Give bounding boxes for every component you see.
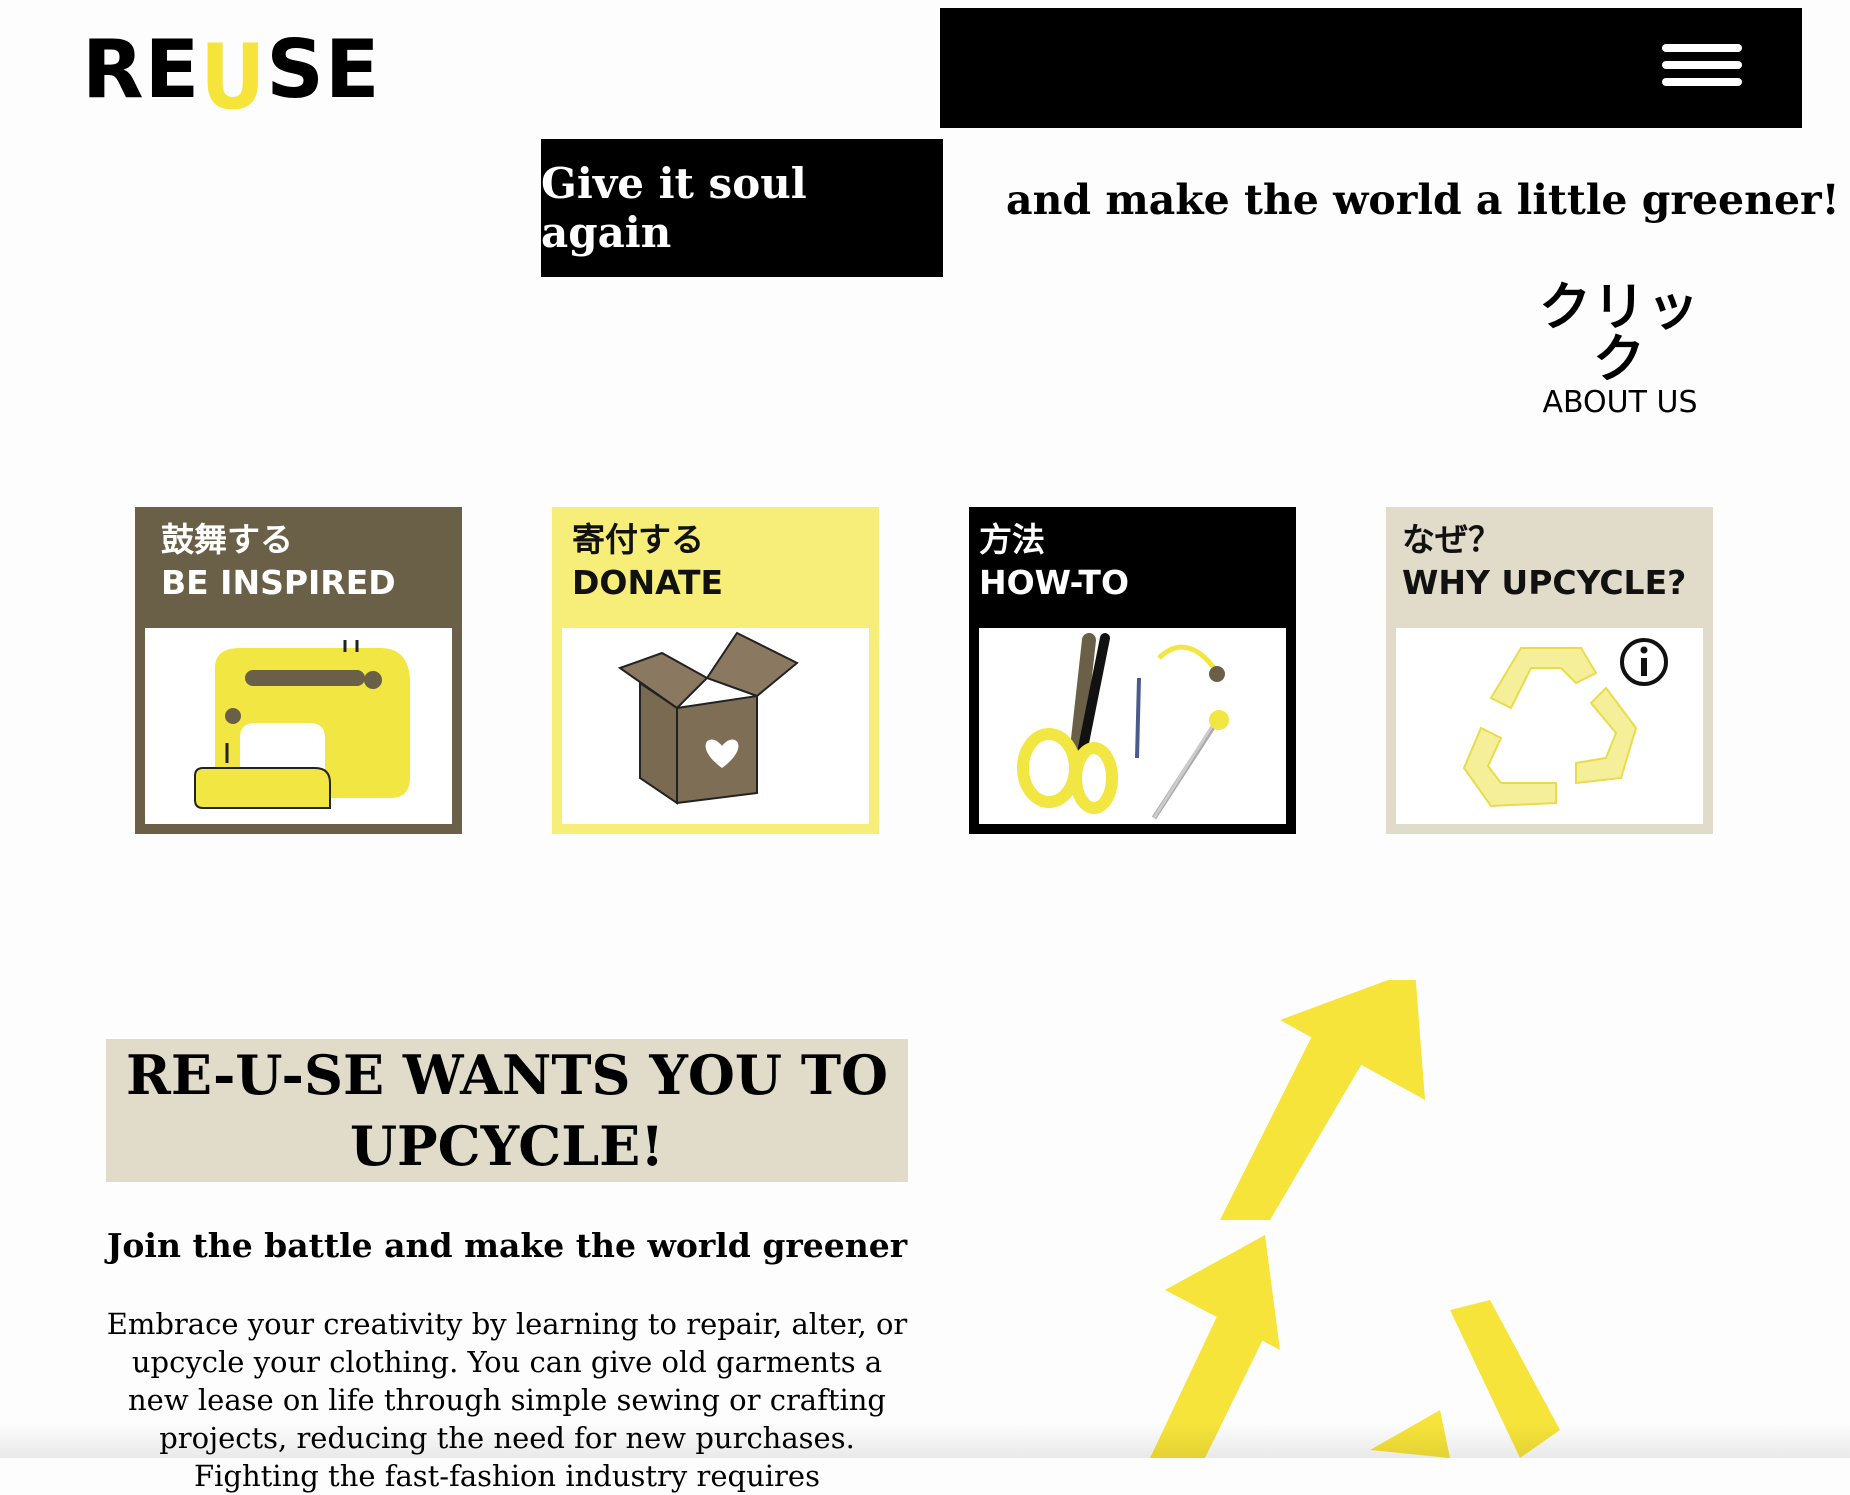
tagline-highlight: Give it soul again — [541, 139, 943, 277]
section-subheading: Join the battle and make the world green… — [106, 1226, 908, 1265]
card-jp-label: 方法 — [979, 520, 1045, 559]
hamburger-icon[interactable] — [1662, 44, 1742, 86]
card-jp-label: 鼓舞する — [161, 520, 293, 559]
scissors-icon — [979, 628, 1286, 824]
card-en-label: DONATE — [572, 562, 724, 602]
card-donate[interactable]: 寄付する DONATE — [552, 507, 879, 834]
sewing-machine-icon — [145, 628, 452, 824]
about-us-jp-label: クリック — [1538, 278, 1701, 390]
section-paragraph: Embrace your creativity by learning to r… — [106, 1307, 908, 1493]
tagline-text: and make the world a little greener! — [1006, 176, 1840, 224]
card-en-label: BE INSPIRED — [161, 562, 396, 602]
card-jp-label: 寄付する — [572, 520, 704, 559]
hamburger-line — [1662, 78, 1742, 86]
card-en-label: HOW-TO — [979, 562, 1129, 602]
card-be-inspired[interactable]: 鼓舞する BE INSPIRED — [135, 507, 462, 834]
logo-text-re: RE — [82, 23, 201, 116]
box-heart-icon — [562, 628, 869, 824]
about-us-link[interactable]: クリック ABOUT US — [1520, 282, 1720, 419]
recycle-arrows-icon — [1150, 980, 1560, 1458]
card-how-to[interactable]: 方法 HOW-TO — [969, 507, 1296, 834]
top-nav-bar — [940, 8, 1802, 128]
card-jp-label: なぜ？ — [1402, 520, 1501, 559]
about-us-en-label: ABOUT US — [1542, 385, 1698, 420]
logo-text-se: SE — [266, 23, 381, 116]
hamburger-line — [1662, 61, 1742, 69]
logo-text-u: U — [200, 25, 267, 130]
upcycle-banner: RE-U-SE WANTS YOU TO UPCYCLE! — [106, 1039, 908, 1182]
card-en-label: WHY UPCYCLE? — [1402, 562, 1687, 602]
hamburger-line — [1662, 44, 1742, 52]
banner-title: RE-U-SE WANTS YOU TO UPCYCLE! — [125, 1043, 889, 1178]
logo[interactable]: RE U SE — [82, 23, 381, 123]
card-why-upcycle[interactable]: なぜ？ WHY UPCYCLE? — [1386, 507, 1713, 834]
recycle-icon — [1396, 628, 1703, 824]
